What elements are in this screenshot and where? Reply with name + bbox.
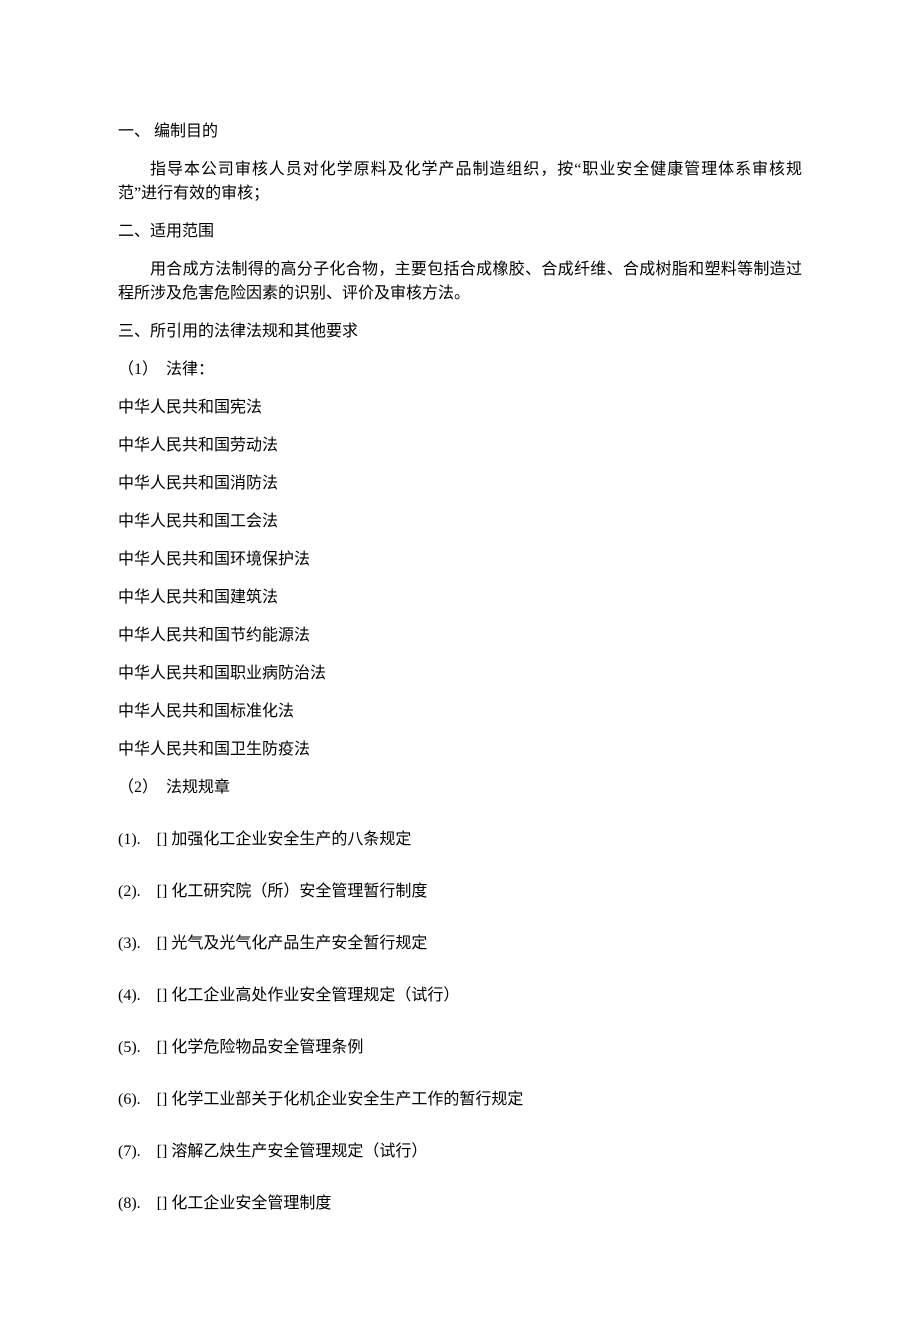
section-3-heading: 三、所引用的法律法规和其他要求 — [118, 320, 802, 344]
section-1-heading: 一、 编制目的 — [118, 120, 802, 144]
regulation-item: (8). [] 化工企业安全管理制度 — [118, 1192, 802, 1216]
law-item: 中华人民共和国职业病防治法 — [118, 662, 802, 686]
subsection-2-heading: （2） 法规规章 — [118, 776, 802, 800]
regulation-item: (3). [] 光气及光气化产品生产安全暂行规定 — [118, 932, 802, 956]
section-1-paragraph: 指导本公司审核人员对化学原料及化学产品制造组织，按“职业安全健康管理体系审核规范… — [118, 158, 802, 206]
law-item: 中华人民共和国消防法 — [118, 472, 802, 496]
regulation-item: (7). [] 溶解乙炔生产安全管理规定（试行） — [118, 1140, 802, 1164]
subsection-1-heading: （1） 法律： — [118, 358, 802, 382]
regulation-item: (6). [] 化学工业部关于化机企业安全生产工作的暂行规定 — [118, 1088, 802, 1112]
regulation-item: (4). [] 化工企业高处作业安全管理规定（试行） — [118, 984, 802, 1008]
law-item: 中华人民共和国卫生防疫法 — [118, 738, 802, 762]
regulation-item: (1). [] 加强化工企业安全生产的八条规定 — [118, 828, 802, 852]
spacer — [118, 814, 802, 828]
regulation-item: (5). [] 化学危险物品安全管理条例 — [118, 1036, 802, 1060]
law-item: 中华人民共和国标准化法 — [118, 700, 802, 724]
section-2-paragraph: 用合成方法制得的高分子化合物，主要包括合成橡胶、合成纤维、合成树脂和塑料等制造过… — [118, 258, 802, 306]
section-2-heading: 二、适用范围 — [118, 220, 802, 244]
regulation-item: (2). [] 化工研究院（所）安全管理暂行制度 — [118, 880, 802, 904]
law-item: 中华人民共和国工会法 — [118, 510, 802, 534]
law-item: 中华人民共和国宪法 — [118, 396, 802, 420]
law-item: 中华人民共和国环境保护法 — [118, 548, 802, 572]
law-item: 中华人民共和国节约能源法 — [118, 624, 802, 648]
law-item: 中华人民共和国建筑法 — [118, 586, 802, 610]
law-item: 中华人民共和国劳动法 — [118, 434, 802, 458]
